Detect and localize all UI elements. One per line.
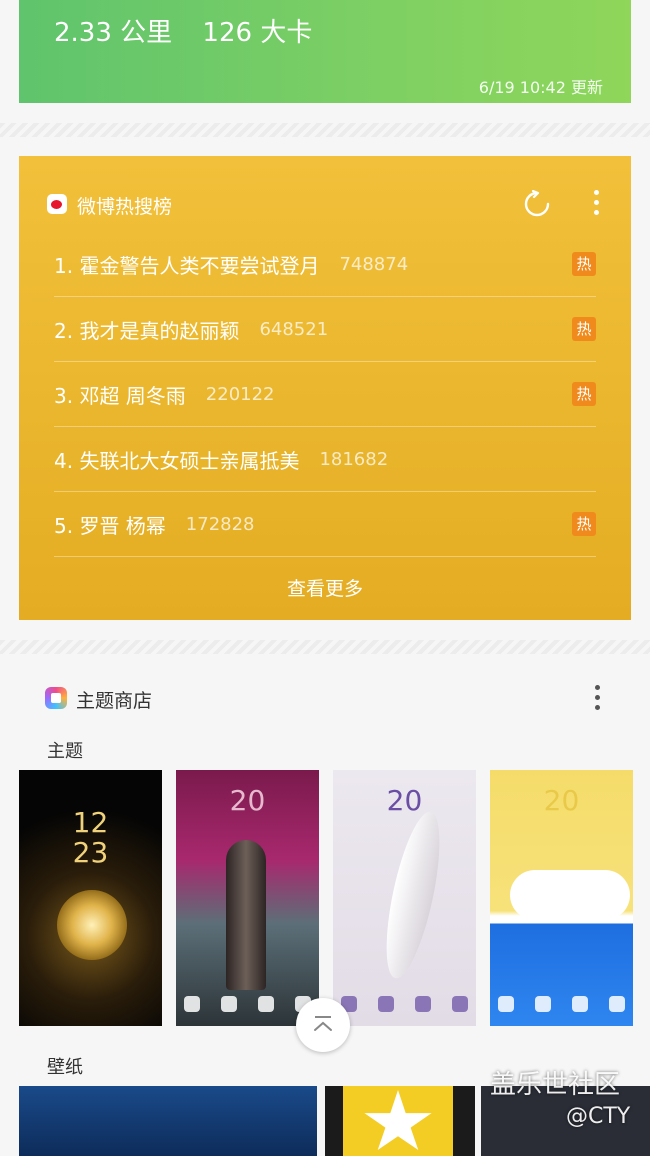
- hot-search-item[interactable]: 1. 霍金警告人类不要尝试登月 748874 热: [54, 232, 596, 297]
- wallpaper-thumbnail[interactable]: [19, 1086, 317, 1156]
- hot-search-item[interactable]: 5. 罗晋 杨幂 172828 热: [54, 492, 596, 557]
- app-dock: [184, 996, 311, 1012]
- hot-badge: 热: [572, 317, 596, 341]
- themes-label: 主题: [47, 741, 83, 762]
- scroll-to-top-button[interactable]: [296, 998, 350, 1052]
- health-stats: 2.33 公里 126 大卡: [54, 12, 334, 49]
- wallpaper-thumbnail[interactable]: [325, 1086, 475, 1156]
- cloud-image: [510, 870, 630, 920]
- weibo-hot-search-card: 微博热搜榜 1. 霍金警告人类不要尝试登月 748874 热 2. 我才是真的赵…: [19, 156, 631, 620]
- weibo-logo-icon: [47, 194, 67, 214]
- theme-clock: 12 23: [72, 806, 109, 869]
- hot-search-item[interactable]: 3. 邓超 周冬雨 220122 热: [54, 362, 596, 427]
- hot-search-item[interactable]: 2. 我才是真的赵丽颖 648521 热: [54, 297, 596, 362]
- health-updated-time: 6/19 10:42 更新: [478, 78, 603, 97]
- hot-search-count: 172828: [185, 513, 255, 535]
- card-divider: [0, 640, 650, 654]
- watermark-handle: @CTY: [566, 1104, 631, 1129]
- hot-search-count: 220122: [205, 383, 275, 405]
- hot-search-title: 3. 邓超 周冬雨: [54, 383, 186, 408]
- hot-search-title: 4. 失联北大女硕士亲属抵美: [54, 448, 300, 473]
- hot-search-title: 1. 霍金警告人类不要尝试登月: [54, 253, 320, 278]
- app-dock: [341, 996, 468, 1012]
- theme-thumbnail[interactable]: 12 23: [19, 770, 162, 1026]
- calories-value: 126 大卡: [202, 18, 313, 48]
- refresh-icon[interactable]: [523, 189, 551, 218]
- chevron-up-icon: [314, 1016, 332, 1031]
- hot-badge: 热: [572, 512, 596, 536]
- theme-thumbnail[interactable]: 20: [333, 770, 476, 1026]
- hot-search-count: 748874: [339, 253, 409, 275]
- feather-image: [375, 807, 451, 983]
- hot-search-list: 1. 霍金警告人类不要尝试登月 748874 热 2. 我才是真的赵丽颖 648…: [54, 232, 596, 557]
- distance-value: 2.33 公里: [54, 18, 173, 48]
- see-more-link[interactable]: 查看更多: [19, 574, 631, 601]
- card-divider: [0, 123, 650, 137]
- rose-image: [57, 890, 127, 960]
- hot-badge: 热: [572, 382, 596, 406]
- theme-thumbnail[interactable]: 20: [176, 770, 319, 1026]
- theme-store-title: 主题商店: [76, 690, 153, 712]
- health-card[interactable]: 2.33 公里 126 大卡 6/19 10:42 更新: [19, 0, 631, 103]
- wallpapers-label: 壁纸: [47, 1057, 83, 1078]
- hot-search-title: 5. 罗晋 杨幂: [54, 513, 166, 538]
- tree-image: [226, 840, 266, 990]
- theme-clock: 20: [386, 784, 423, 817]
- theme-clock: 20: [543, 784, 580, 817]
- hot-search-count: 648521: [259, 318, 329, 340]
- theme-store-logo-icon: [45, 687, 67, 709]
- hot-badge: 热: [572, 252, 596, 276]
- theme-clock: 20: [229, 784, 266, 817]
- weibo-card-title: 微博热搜榜: [77, 196, 173, 218]
- more-vertical-icon[interactable]: [592, 685, 602, 715]
- theme-thumbnail[interactable]: 20: [490, 770, 633, 1026]
- hot-search-title: 2. 我才是真的赵丽颖: [54, 318, 240, 343]
- watermark-text: 盖乐世社区: [490, 1070, 621, 1100]
- hot-search-item[interactable]: 4. 失联北大女硕士亲属抵美 181682: [54, 427, 596, 492]
- more-vertical-icon[interactable]: [591, 190, 601, 218]
- app-dock: [498, 996, 625, 1012]
- hot-search-count: 181682: [319, 448, 389, 470]
